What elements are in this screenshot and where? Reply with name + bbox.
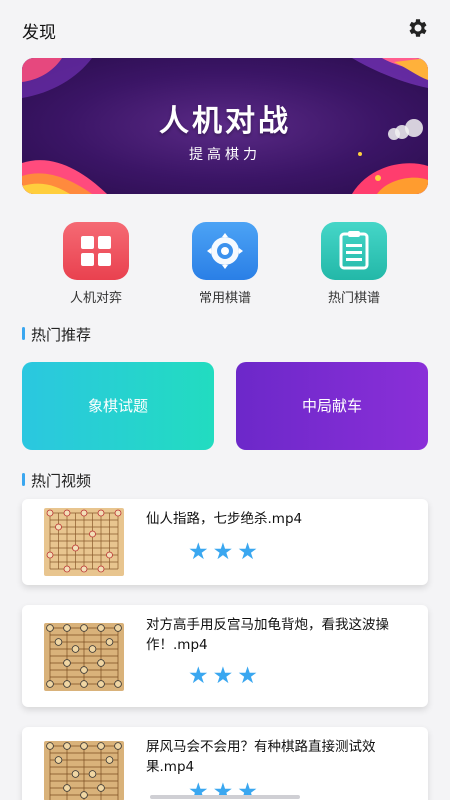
chessboard-thumbnail bbox=[44, 741, 124, 800]
quick-action-label: 常用棋谱 bbox=[198, 291, 251, 306]
card-chess-quiz[interactable]: 象棋试题 bbox=[22, 362, 214, 450]
card-midgame-chariot[interactable]: 中局献车 bbox=[236, 362, 428, 450]
scroll-indicator bbox=[150, 795, 300, 799]
video-title: 仙人指路，七步绝杀.mp4 bbox=[146, 511, 303, 527]
top-bar: 发现 bbox=[0, 0, 450, 56]
rating-stars: ★★★ bbox=[188, 663, 262, 689]
gear-icon[interactable] bbox=[406, 16, 430, 40]
rating-stars: ★★★ bbox=[188, 539, 262, 565]
video-item[interactable]: 屏风马会不会用？有种棋路直接测试效果.mp4 ★★★ bbox=[22, 727, 428, 800]
video-title: 对方高手用反宫马加龟背炮，看我这波操作！.mp4 bbox=[146, 617, 389, 653]
video-title: 屏风马会不会用？有种棋路直接测试效果.mp4 bbox=[146, 739, 376, 775]
document-icon bbox=[321, 222, 387, 280]
quick-action-common-records[interactable]: 常用棋谱 bbox=[180, 222, 270, 306]
banner-title: 人机对战 bbox=[159, 104, 291, 139]
chessboard-thumbnail bbox=[44, 623, 124, 691]
banner-subtitle: 提高棋力 bbox=[189, 147, 261, 163]
section-title-recommend: 热门推荐 bbox=[22, 324, 91, 345]
page-title: 发现 bbox=[22, 23, 56, 43]
banner[interactable]: 人机对战 提高棋力 bbox=[22, 58, 428, 194]
quick-action-label: 热门棋谱 bbox=[327, 291, 380, 306]
target-icon bbox=[192, 222, 258, 280]
quick-action-label: 人机对弈 bbox=[69, 291, 122, 306]
quick-action-ai-play[interactable]: 人机对弈 bbox=[51, 222, 141, 306]
video-item[interactable]: 仙人指路，七步绝杀.mp4 ★★★ bbox=[22, 499, 428, 585]
grid-icon bbox=[63, 222, 129, 280]
chessboard-thumbnail bbox=[44, 508, 124, 576]
section-title-videos: 热门视频 bbox=[22, 470, 91, 491]
video-item[interactable]: 对方高手用反宫马加龟背炮，看我这波操作！.mp4 ★★★ bbox=[22, 605, 428, 707]
quick-action-hot-records[interactable]: 热门棋谱 bbox=[309, 222, 399, 306]
